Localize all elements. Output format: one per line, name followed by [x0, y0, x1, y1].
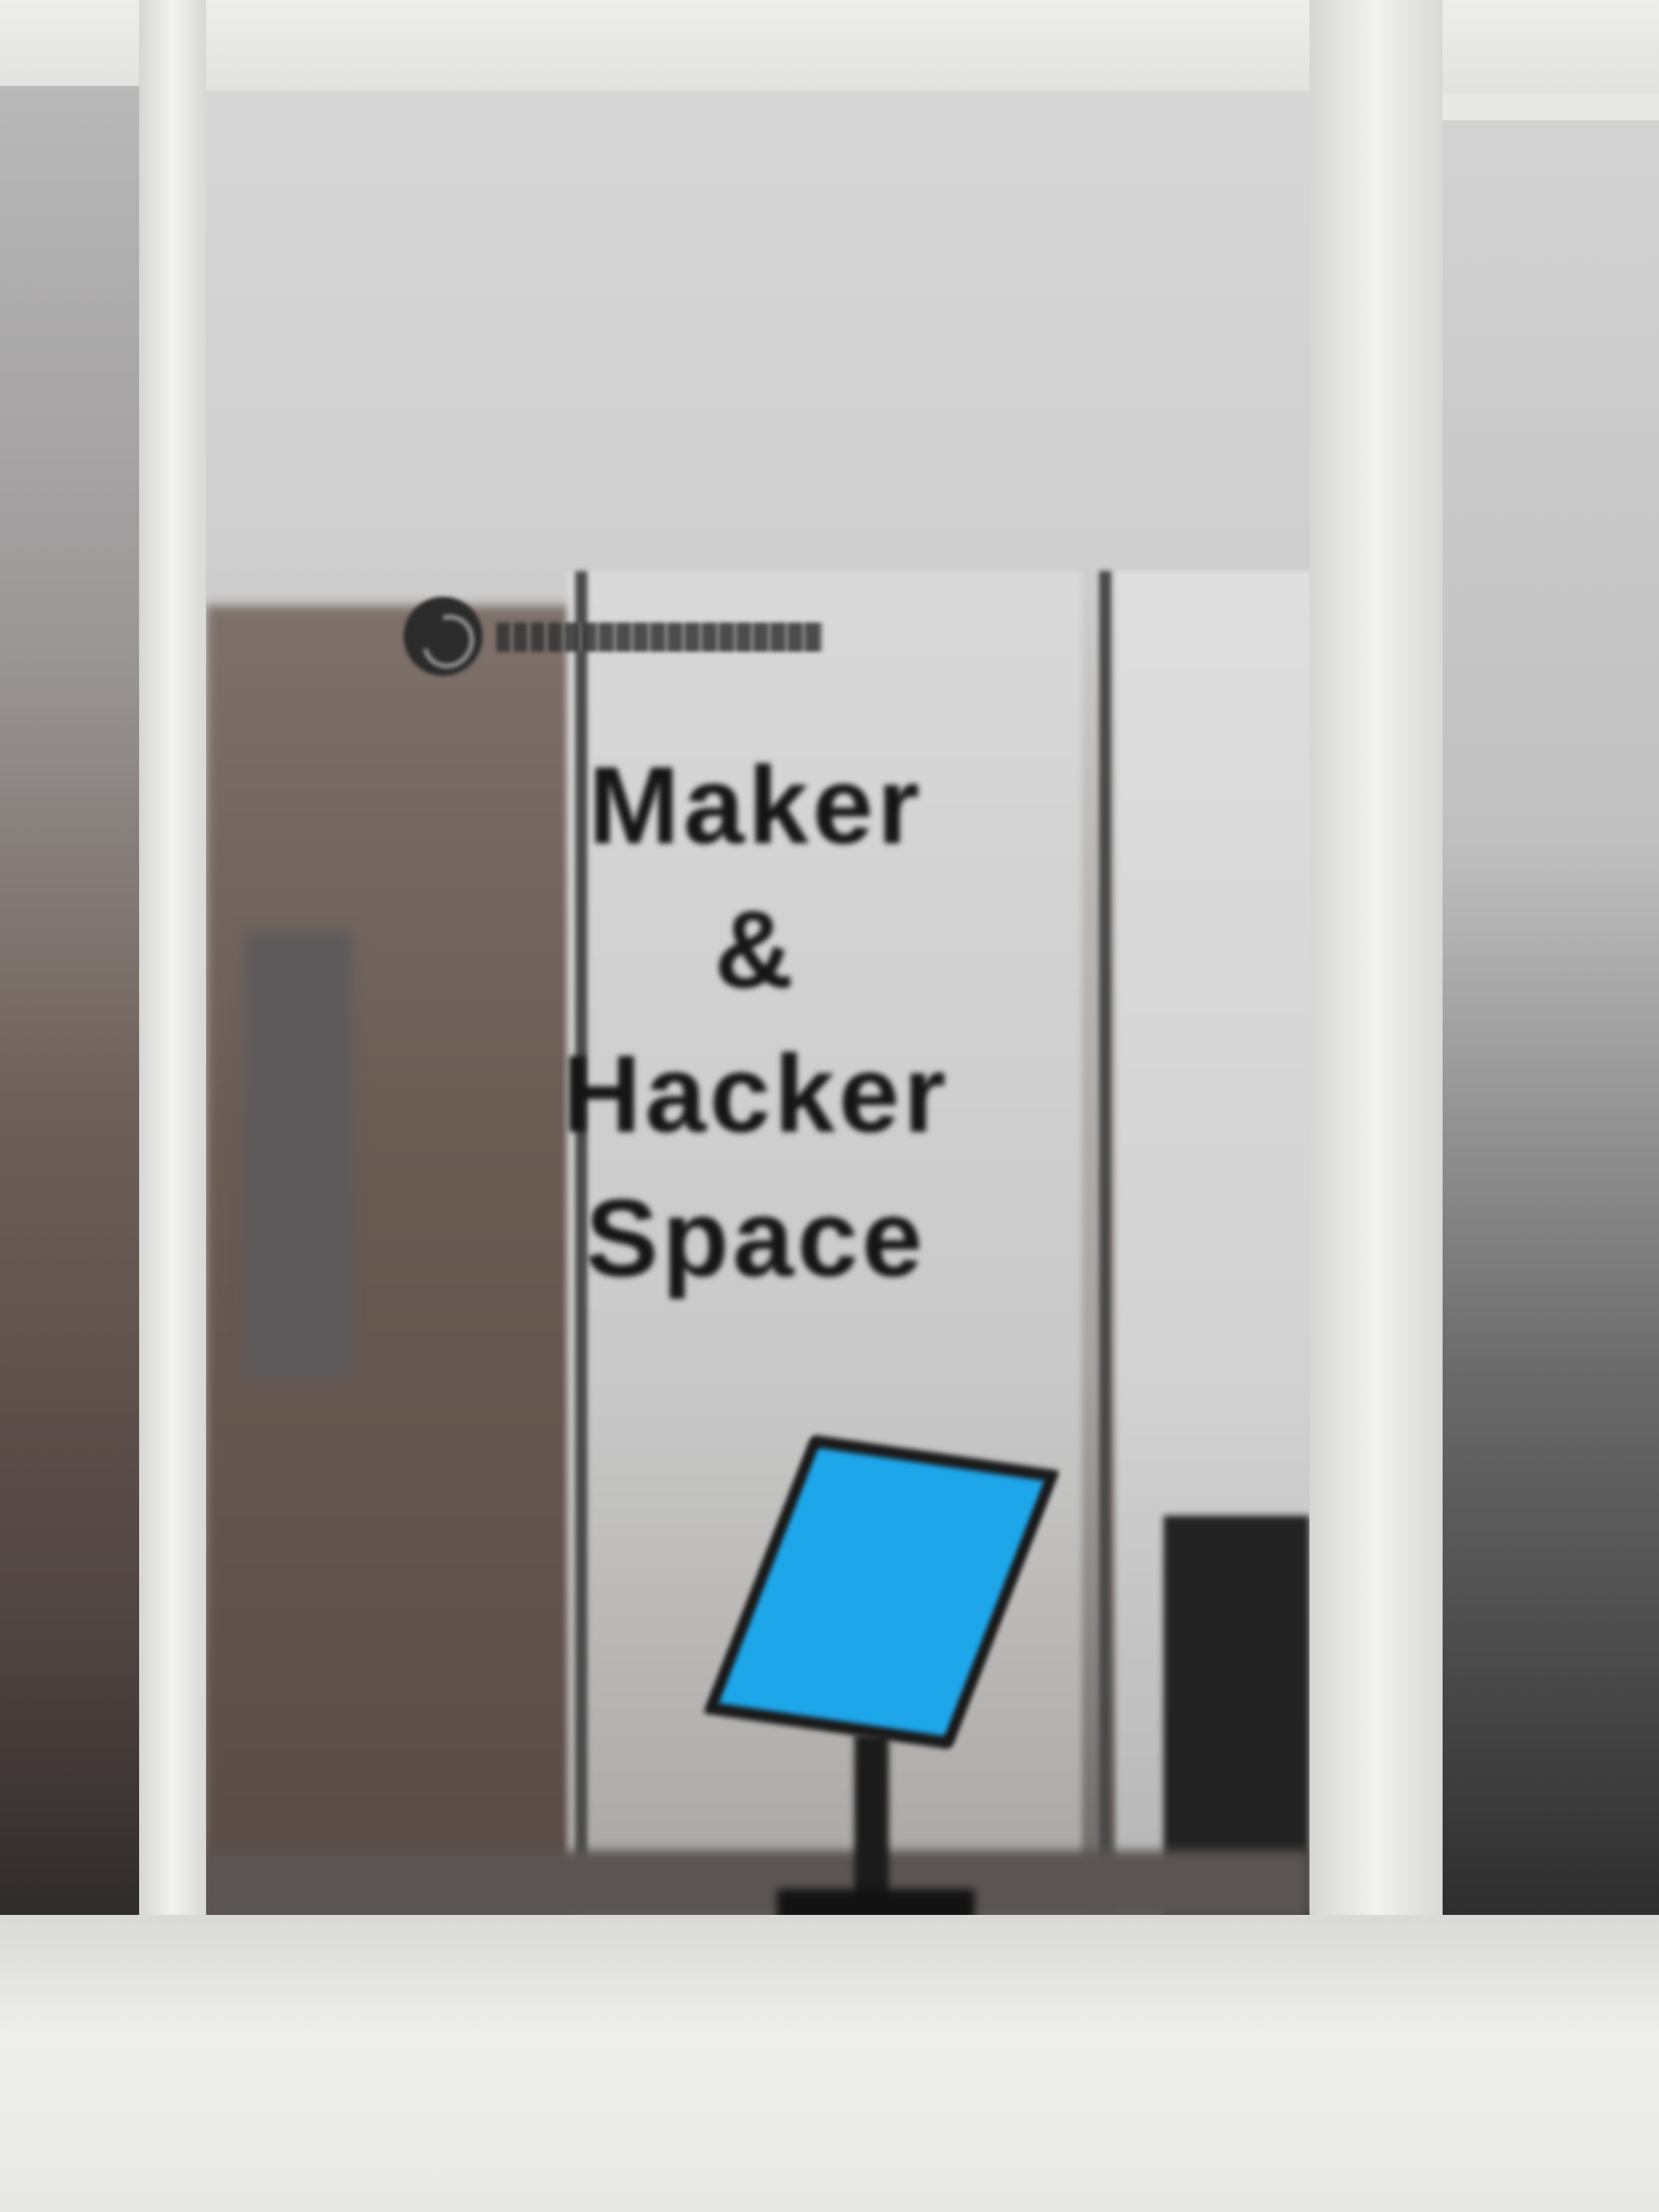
photo-scene: Maker & Hacker Space: [0, 0, 1659, 2212]
center-glass-pane: Maker & Hacker Space: [206, 90, 1310, 1919]
window-frame-left: [139, 0, 206, 1966]
logo-wordmark: [496, 623, 823, 652]
wall-bottom: [0, 1915, 1659, 2212]
logo-icon: [404, 597, 833, 676]
logo-emblem: [404, 597, 483, 676]
window-frame-right: [1310, 0, 1443, 1966]
sign-line-ampersand: &: [714, 889, 798, 1012]
left-glass-pane: [0, 86, 139, 1923]
room-post: [1099, 571, 1111, 1911]
floor: [206, 1850, 1310, 1919]
kiosk: [702, 1434, 1060, 1919]
sign-line-hacker: Hacker: [562, 1033, 950, 1156]
sign-line-space: Space: [585, 1177, 927, 1300]
maker-space-sign: Maker & Hacker Space: [515, 734, 996, 1311]
wall-poster: [245, 932, 352, 1378]
right-glass-pane: [1443, 120, 1659, 1915]
sign-line-maker: Maker: [588, 744, 923, 867]
